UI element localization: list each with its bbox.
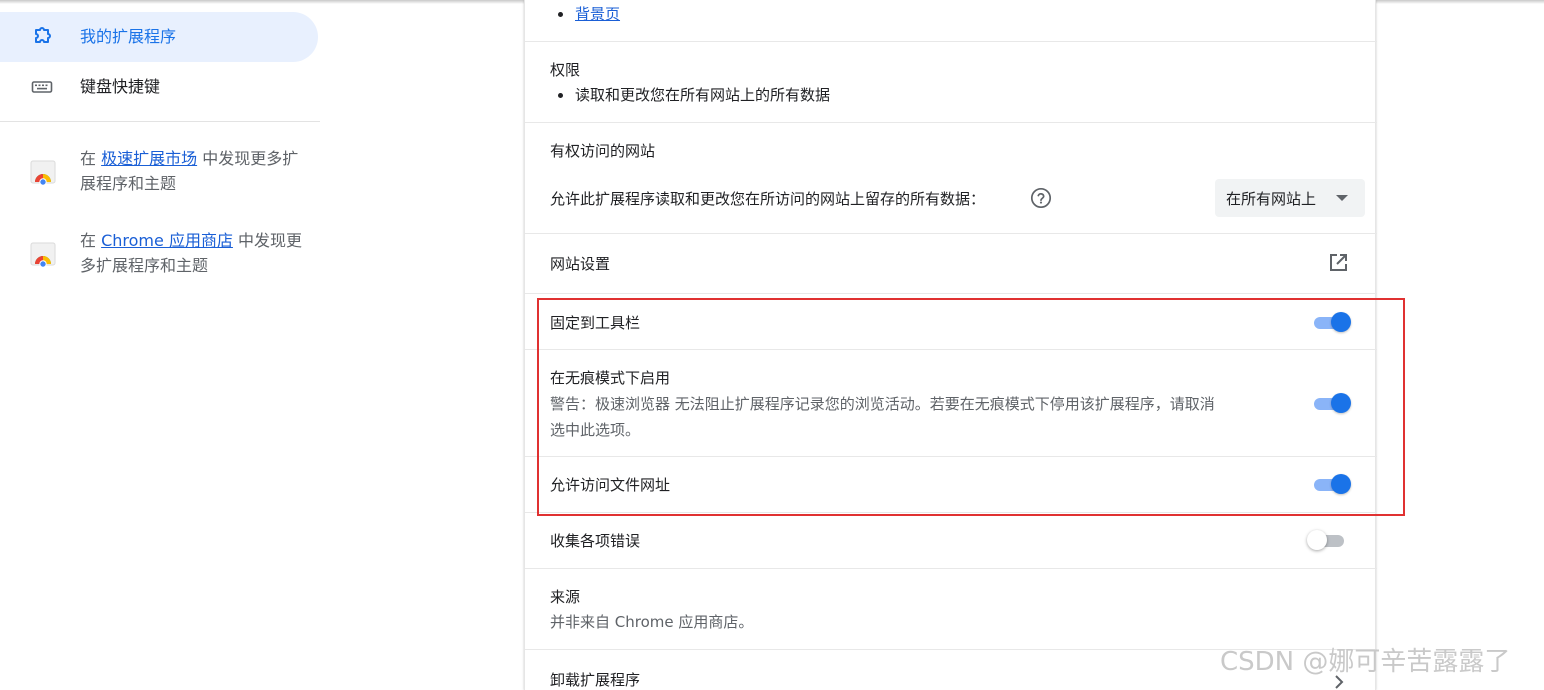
pin-toolbar-title: 固定到工具栏	[550, 314, 641, 332]
uninstall-title: 卸载扩展程序	[550, 671, 641, 689]
source-value: 并非来自 Chrome 应用商店。	[550, 613, 754, 631]
site-settings-title: 网站设置	[550, 255, 611, 273]
site-access-description: 允许此扩展程序读取和更改您在所访问的网站上留存的所有数据：	[550, 190, 986, 208]
promo-text: 在 Chrome 应用商店 中发现更多扩展程序和主题	[80, 228, 312, 278]
source-title: 来源	[550, 588, 581, 606]
sidebar-item-keyboard-shortcuts[interactable]: 键盘快捷键	[0, 62, 318, 112]
chrome-web-store-link[interactable]: Chrome 应用商店	[101, 231, 233, 250]
keyboard-icon	[31, 81, 53, 93]
background-page-link[interactable]: 背景页	[575, 5, 620, 23]
incognito-title: 在无痕模式下启用	[550, 369, 671, 387]
site-access-title: 有权访问的网站	[550, 142, 656, 160]
sidebar-item-label: 键盘快捷键	[80, 77, 161, 96]
permissions-row: 权限 读取和更改您在所有网站上的所有数据	[525, 42, 1377, 123]
promo-text: 在 极速扩展市场 中发现更多扩展程序和主题	[80, 146, 312, 196]
chevron-down-icon	[1336, 195, 1348, 201]
toggle-knob	[1307, 530, 1327, 550]
collect-errors-toggle[interactable]	[1307, 529, 1347, 551]
extension-market-link[interactable]: 极速扩展市场	[101, 149, 197, 168]
collect-errors-row: 收集各项错误	[525, 513, 1377, 569]
store-icon	[30, 160, 56, 185]
chrome-store-icon	[30, 242, 56, 267]
incognito-toggle[interactable]	[1311, 392, 1351, 414]
source-row: 来源 并非来自 Chrome 应用商店。	[525, 569, 1377, 650]
collect-errors-title: 收集各项错误	[550, 532, 641, 550]
site-access-select-value: 在所有网站上	[1226, 190, 1317, 208]
permissions-title: 权限	[550, 61, 581, 79]
sidebar-divider	[0, 121, 320, 122]
permission-item: 读取和更改您在所有网站上的所有数据	[575, 86, 831, 104]
file-urls-title: 允许访问文件网址	[550, 476, 671, 494]
sidebar: 我的扩展程序 键盘快捷键 在 极速扩展市场 中发现更多扩展程序和主题 在 Chr…	[0, 0, 322, 690]
incognito-warning-line-2: 选中此选项。	[550, 421, 641, 439]
sidebar-item-my-extensions[interactable]: 我的扩展程序	[0, 12, 318, 62]
help-icon[interactable]	[1030, 187, 1052, 209]
extension-icon	[35, 27, 51, 43]
toggle-knob	[1331, 393, 1351, 413]
toggle-knob	[1331, 474, 1351, 494]
extension-details-card: 背景页 权限 读取和更改您在所有网站上的所有数据 有权访问的网站 允许此扩展程序…	[524, 0, 1377, 690]
toggle-knob	[1331, 312, 1351, 332]
sidebar-item-label: 我的扩展程序	[80, 27, 177, 46]
pin-toolbar-row: 固定到工具栏	[525, 294, 1377, 350]
open-in-new-icon[interactable]	[1326, 251, 1350, 275]
incognito-row: 在无痕模式下启用 警告：极速浏览器 无法阻止扩展程序记录您的浏览活动。若要在无痕…	[525, 350, 1377, 457]
bullet	[558, 12, 563, 17]
watermark: CSDN @娜可辛苦露露了	[1220, 647, 1511, 677]
site-settings-row[interactable]: 网站设置	[525, 234, 1377, 294]
promo-prefix: 在	[80, 231, 102, 250]
incognito-warning-line-1: 警告：极速浏览器 无法阻止扩展程序记录您的浏览活动。若要在无痕模式下停用该扩展程…	[550, 395, 1215, 413]
site-access-select[interactable]: 在所有网站上	[1215, 179, 1365, 217]
file-urls-row: 允许访问文件网址	[525, 457, 1377, 513]
pin-toolbar-toggle[interactable]	[1311, 311, 1351, 333]
views-item: 背景页	[575, 4, 620, 24]
file-urls-toggle[interactable]	[1311, 473, 1351, 495]
views-row: 背景页	[525, 0, 1377, 42]
bullet	[558, 93, 563, 98]
promo-prefix: 在	[80, 149, 102, 168]
